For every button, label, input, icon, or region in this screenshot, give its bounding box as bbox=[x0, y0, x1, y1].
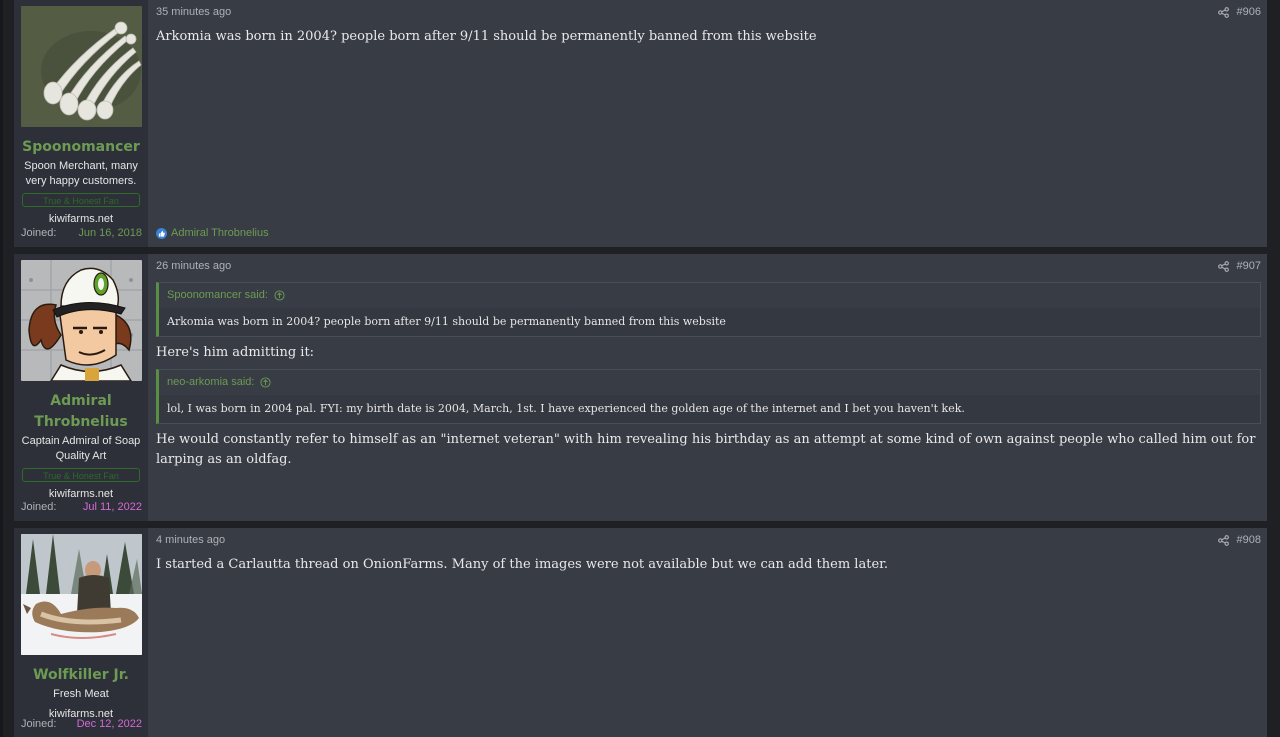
joined-row: Joined: Dec 12, 2022 bbox=[21, 717, 142, 731]
user-title: Spoon Merchant, many very happy customer… bbox=[24, 160, 138, 187]
username[interactable]: Wolfkiller Jr. bbox=[19, 665, 143, 686]
user-banner: True & Honest Fan bbox=[22, 193, 140, 207]
joined-date: Jul 11, 2022 bbox=[82, 501, 142, 513]
quote-block: neo-arkomia said: lol, I was born in 200… bbox=[156, 369, 1261, 424]
user-panel: Admiral Throbnelius Captain Admiral of S… bbox=[14, 254, 148, 521]
post-number[interactable]: #907 bbox=[1237, 260, 1261, 272]
user-panel: Spoonomancer Spoon Merchant, many very h… bbox=[14, 0, 148, 247]
post-content: 26 minutes ago #907 Spoonomancer said: A… bbox=[148, 254, 1267, 521]
share-icon[interactable] bbox=[1217, 534, 1229, 546]
post-time[interactable]: 26 minutes ago bbox=[156, 260, 231, 272]
post-time[interactable]: 4 minutes ago bbox=[156, 534, 225, 546]
user-title: Fresh Meat bbox=[53, 688, 109, 700]
user-panel: Wolfkiller Jr. Fresh Meat kiwifarms.net … bbox=[14, 528, 148, 737]
post-meta: #908 bbox=[1217, 534, 1261, 546]
post-906: Spoonomancer Spoon Merchant, many very h… bbox=[14, 0, 1267, 247]
joined-label: Joined: bbox=[21, 501, 57, 513]
post-number[interactable]: #906 bbox=[1237, 6, 1261, 18]
post-time[interactable]: 35 minutes ago bbox=[156, 6, 231, 18]
arrow-up-circle-icon[interactable] bbox=[260, 377, 271, 388]
reaction-user[interactable]: Admiral Throbnelius bbox=[171, 227, 269, 239]
quote-author[interactable]: Spoonomancer said: bbox=[167, 283, 268, 308]
post-content: 4 minutes ago #908 I started a Carlautta… bbox=[148, 528, 1267, 737]
arrow-up-circle-icon[interactable] bbox=[274, 290, 285, 301]
username[interactable]: Spoonomancer bbox=[19, 137, 143, 158]
post-content: 35 minutes ago #906 Arkomia was born in … bbox=[148, 0, 1267, 247]
page-edge bbox=[0, 0, 3, 737]
post-908: Wolfkiller Jr. Fresh Meat kiwifarms.net … bbox=[14, 528, 1267, 737]
avatar[interactable] bbox=[20, 6, 142, 127]
user-banner: True & Honest Fan bbox=[22, 468, 140, 482]
post-907: Admiral Throbnelius Captain Admiral of S… bbox=[14, 254, 1267, 521]
like-icon bbox=[156, 227, 167, 239]
reaction-bar[interactable]: Admiral Throbnelius bbox=[156, 227, 269, 239]
post-body: He would constantly refer to himself as … bbox=[156, 432, 1256, 467]
joined-row: Joined: Jun 16, 2018 bbox=[21, 226, 142, 240]
post-body-intro: Here's him admitting it: bbox=[156, 345, 315, 360]
post-number[interactable]: #908 bbox=[1237, 534, 1261, 546]
avatar[interactable] bbox=[20, 260, 142, 381]
quote-header[interactable]: neo-arkomia said: bbox=[159, 370, 1260, 395]
quote-block: Spoonomancer said: Arkomia was born in 2… bbox=[156, 282, 1261, 337]
post-body: Arkomia was born in 2004? people born af… bbox=[156, 29, 817, 44]
user-title: Captain Admiral of Soap Quality Art bbox=[21, 435, 141, 462]
joined-date: Jun 16, 2018 bbox=[78, 227, 142, 239]
quote-author[interactable]: neo-arkomia said: bbox=[167, 370, 254, 395]
quote-text: Arkomia was born in 2004? people born af… bbox=[167, 315, 726, 328]
post-meta: #907 bbox=[1217, 260, 1261, 272]
post-body: I started a Carlautta thread on OnionFar… bbox=[156, 557, 889, 572]
username[interactable]: Admiral Throbnelius bbox=[19, 391, 143, 433]
joined-label: Joined: bbox=[21, 718, 57, 730]
joined-label: Joined: bbox=[21, 227, 57, 239]
avatar[interactable] bbox=[20, 534, 142, 655]
share-icon[interactable] bbox=[1217, 6, 1229, 18]
user-site: kiwifarms.net bbox=[48, 488, 114, 500]
quote-header[interactable]: Spoonomancer said: bbox=[159, 283, 1260, 308]
user-site: kiwifarms.net bbox=[48, 213, 114, 225]
quote-text: lol, I was born in 2004 pal. FYI: my bir… bbox=[167, 402, 965, 415]
share-icon[interactable] bbox=[1217, 260, 1229, 272]
joined-row: Joined: Jul 11, 2022 bbox=[21, 500, 142, 514]
joined-date: Dec 12, 2022 bbox=[76, 718, 142, 730]
post-meta: #906 bbox=[1217, 6, 1261, 18]
